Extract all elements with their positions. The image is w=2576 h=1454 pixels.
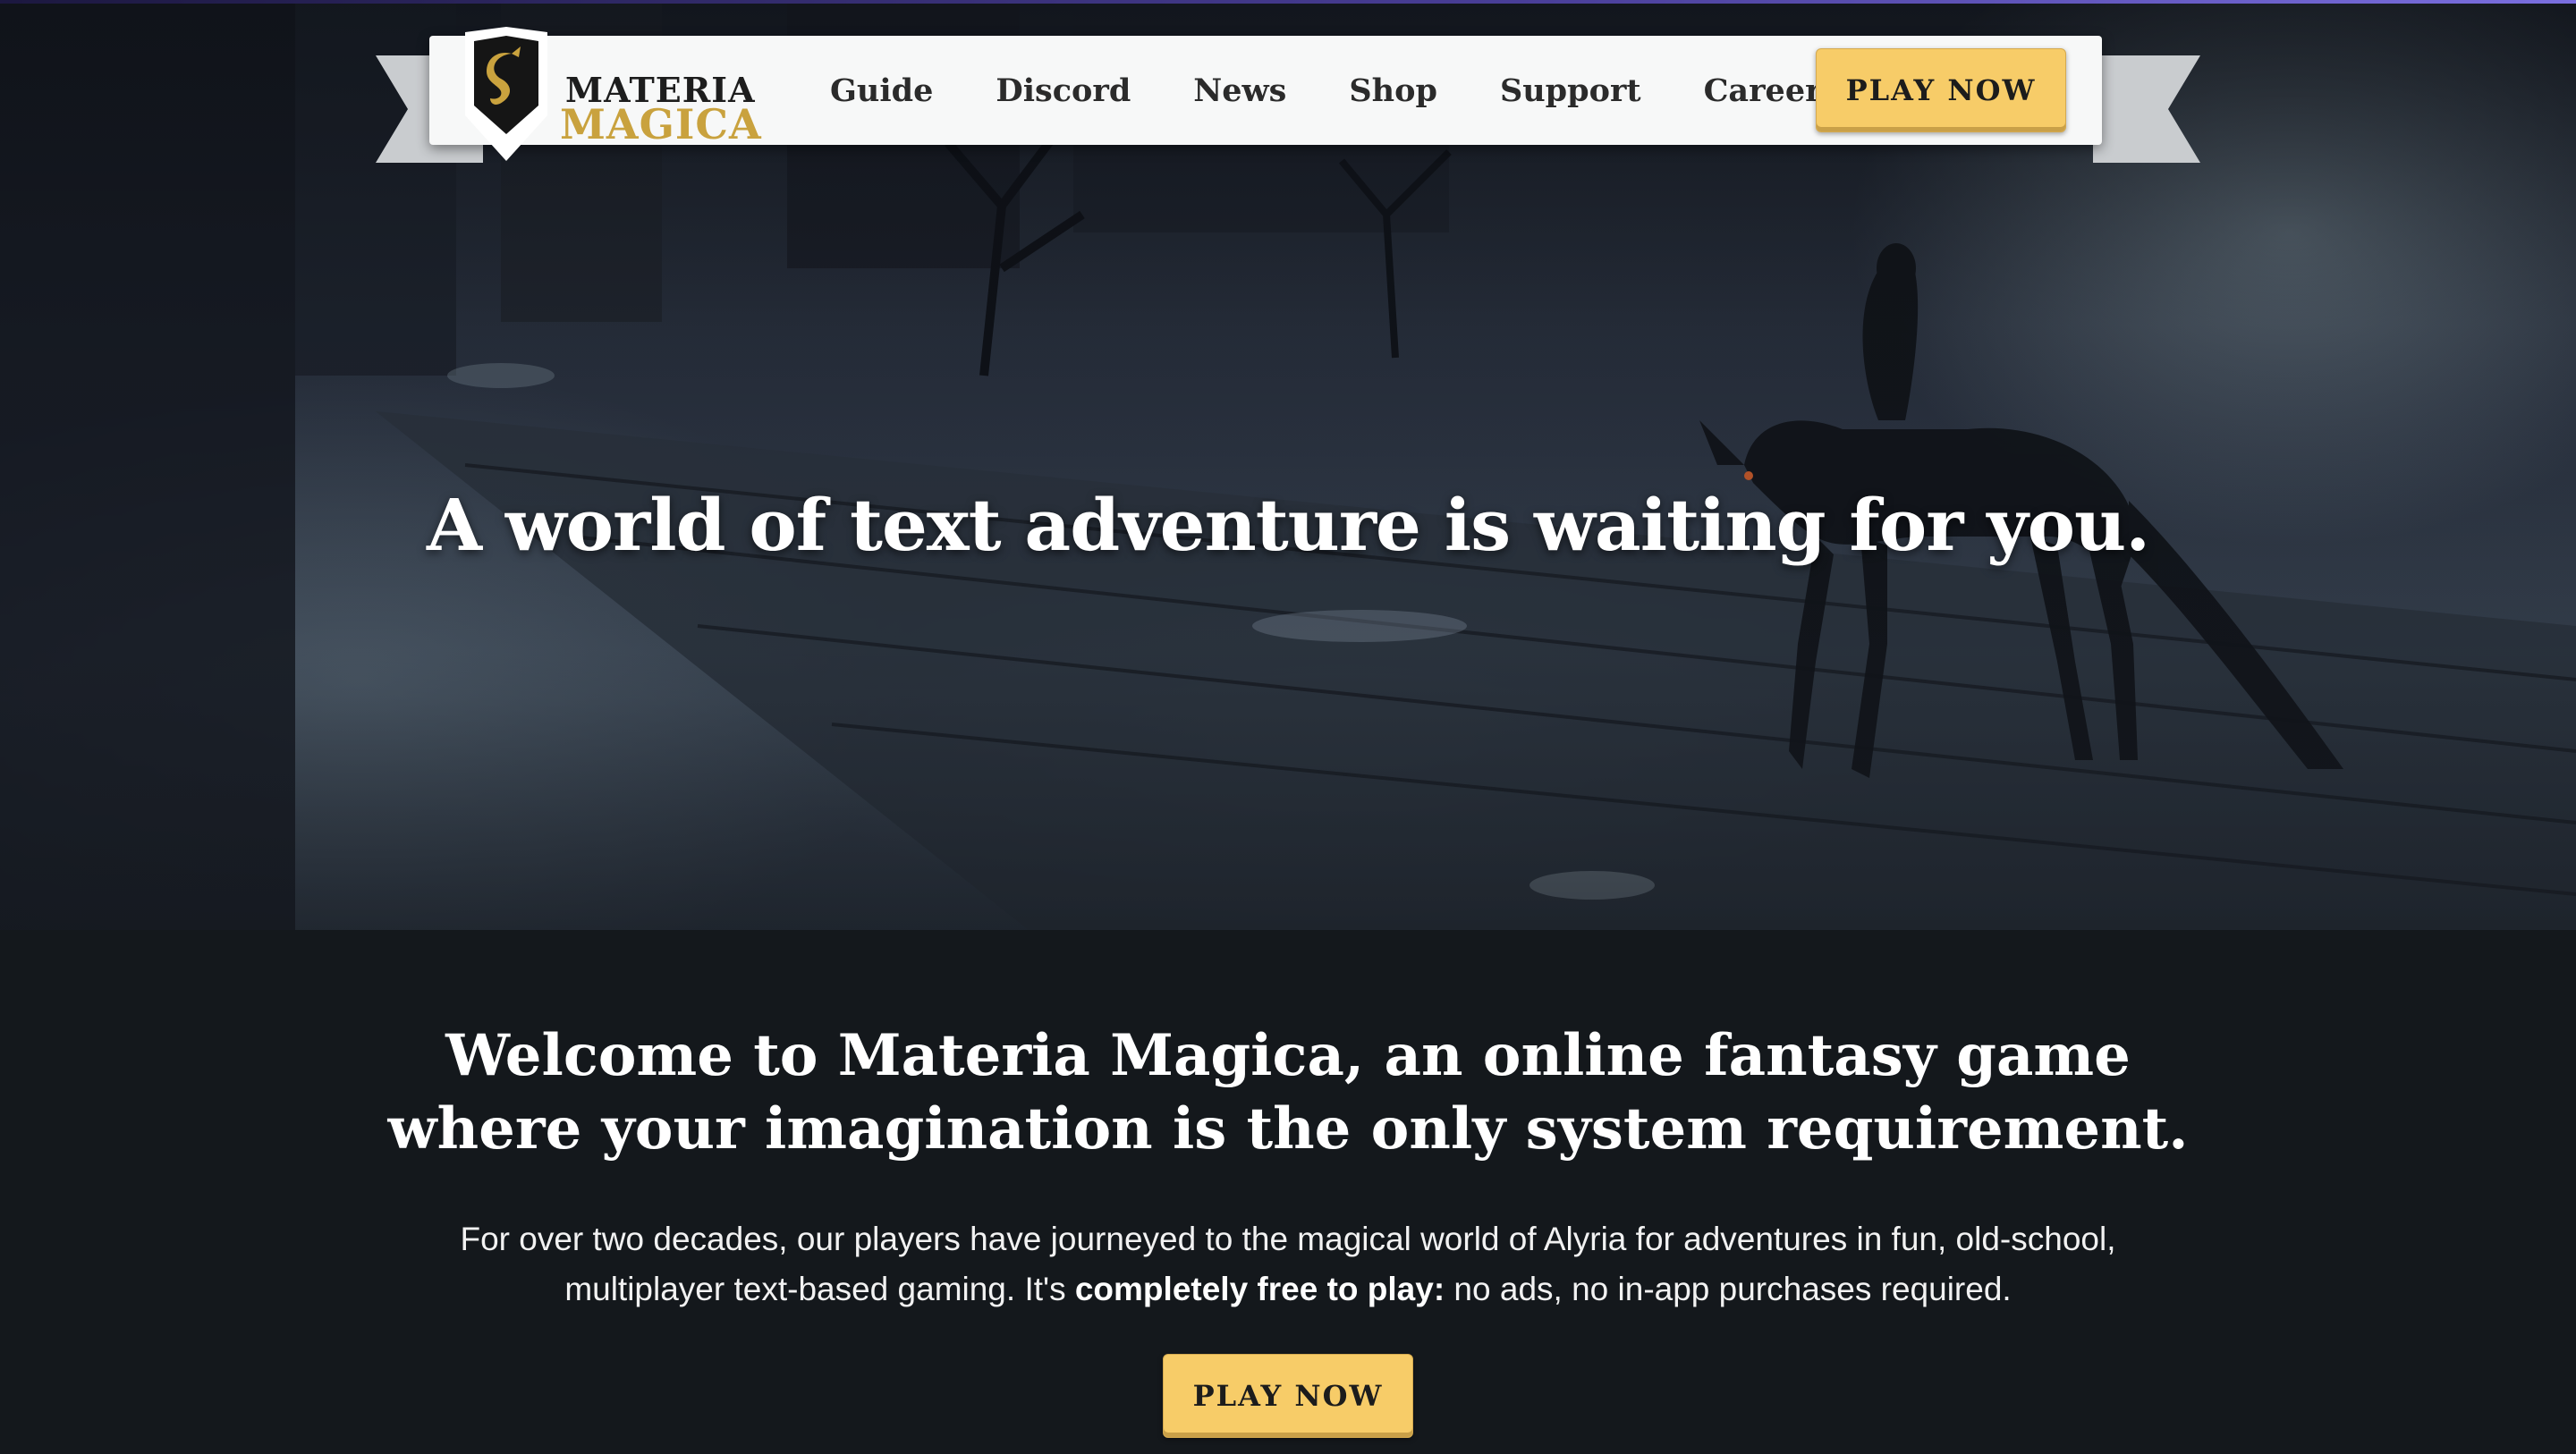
hero-headline: A world of text adventure is waiting for… <box>426 483 2150 567</box>
nav-link-discord[interactable]: Discord <box>996 72 1131 109</box>
welcome-section: Welcome to Materia Magica, an online fan… <box>0 930 2576 1454</box>
nav-link-guide[interactable]: Guide <box>830 72 933 109</box>
nav-play-now-button[interactable]: PLAY NOW <box>1816 48 2066 132</box>
welcome-play-now-button[interactable]: PLAY NOW <box>1163 1354 1413 1438</box>
top-accent-bar <box>0 0 2576 4</box>
nav-link-news[interactable]: News <box>1193 72 1286 109</box>
welcome-text-end: no ads, no in-app purchases required. <box>1445 1271 2012 1307</box>
welcome-title: Welcome to Materia Magica, an online fan… <box>387 1022 2189 1162</box>
logo-shield-icon <box>465 27 547 161</box>
nav-links: Guide Discord News Shop Support Careers <box>830 36 1839 145</box>
welcome-text-emphasis: completely free to play: <box>1074 1271 1445 1307</box>
page: A world of text adventure is waiting for… <box>0 0 2576 1454</box>
nav-link-support[interactable]: Support <box>1500 72 1641 109</box>
materia-magica-logo[interactable]: MATERIA MAGICA <box>465 27 761 161</box>
top-navbar: MATERIA MAGICA Guide Discord News Shop S… <box>429 27 2102 161</box>
logo-wordmark-bottom: MAGICA <box>560 100 762 148</box>
nav-link-shop[interactable]: Shop <box>1349 72 1437 109</box>
welcome-description: For over two decades, our players have j… <box>394 1214 2182 1315</box>
